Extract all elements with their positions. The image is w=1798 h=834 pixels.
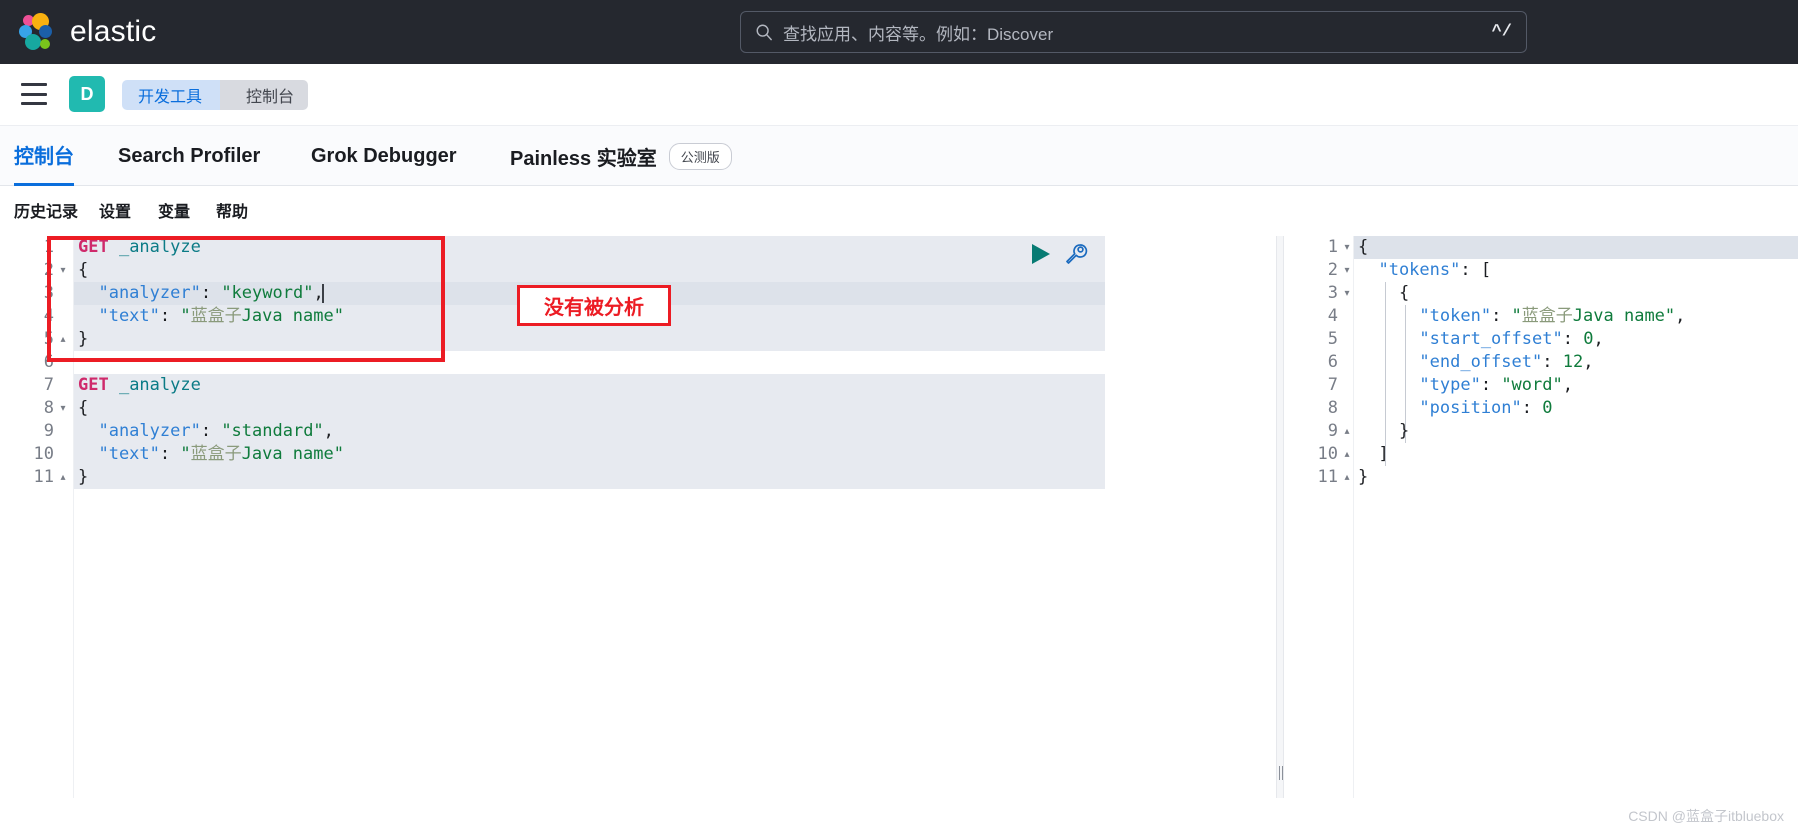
splitter-grip[interactable] — [1279, 766, 1283, 780]
fold-toggle-icon[interactable]: ▾ — [1340, 259, 1354, 282]
brand[interactable]: elastic — [18, 13, 156, 51]
response-code-line: "position": 0 — [1358, 398, 1553, 418]
request-line-number: 9 — [43, 421, 54, 441]
search-placeholder: 查找应用、内容等。例如：Discover — [783, 24, 1054, 44]
response-code-line: { — [1358, 237, 1369, 257]
fold-toggle-icon[interactable]: ▴ — [56, 328, 70, 351]
play-icon[interactable] — [1030, 242, 1052, 266]
response-line-number: 6 — [1327, 352, 1338, 372]
app-avatar[interactable]: D — [69, 76, 105, 112]
fold-toggle-icon[interactable]: ▾ — [56, 397, 70, 420]
response-line-number: 2 — [1327, 260, 1338, 280]
search-icon — [756, 24, 772, 41]
tab-grok-debugger-label: Grok Debugger — [311, 144, 457, 167]
request-code-line: { — [78, 260, 89, 280]
tab-search-profiler-label: Search Profiler — [118, 144, 261, 167]
breadcrumb: 开发工具 控制台 — [122, 80, 309, 110]
global-search-input[interactable]: 查找应用、内容等。例如：Discover ^/ — [740, 11, 1527, 53]
fold-toggle-icon[interactable]: ▴ — [56, 466, 70, 489]
response-code-line: "token": "蓝盒子Java name", — [1358, 306, 1686, 326]
text-caret — [322, 284, 324, 303]
elastic-logo-icon — [18, 13, 56, 51]
breadcrumb-item-console[interactable]: 控制台 — [220, 80, 309, 110]
console-toolbar: 历史记录 设置 变量 帮助 — [0, 186, 1798, 236]
annotation-callout-label: 没有被分析 — [544, 297, 644, 319]
request-code-line: } — [78, 467, 89, 487]
request-code-line: "analyzer": "standard", — [78, 421, 334, 441]
response-line-number: 7 — [1327, 375, 1338, 395]
response-code-line: "type": "word", — [1358, 375, 1573, 395]
response-code-line: "tokens": [ — [1358, 260, 1492, 280]
request-line-number: 2 — [43, 260, 54, 280]
search-shortcut-badge: ^/ — [1491, 22, 1512, 42]
request-code-line: GET _analyze — [78, 375, 201, 395]
response-code-line: ] — [1358, 444, 1389, 464]
console-menu-settings[interactable]: 设置 — [99, 198, 131, 224]
request-line-number: 7 — [43, 375, 54, 395]
annotation-callout: 没有被分析 — [517, 285, 671, 326]
top-header: elastic 查找应用、内容等。例如：Discover ^/ — [0, 0, 1798, 64]
response-line-number: 8 — [1327, 398, 1338, 418]
request-line-number: 5 — [43, 329, 54, 349]
response-line-number: 11 — [1317, 467, 1338, 487]
response-line-number: 1 — [1327, 237, 1338, 257]
tab-console[interactable]: 控制台 — [14, 126, 74, 186]
breadcrumb-item-dev-tools[interactable]: 开发工具 — [122, 80, 234, 110]
request-actions — [1030, 242, 1088, 266]
tab-search-profiler[interactable]: Search Profiler — [118, 126, 260, 186]
console-editor-area: 1 2 ▾ 3 4 5 ▴ 6 7 8 ▾ 9 10 11 ▴ GET _ana… — [0, 236, 1798, 798]
response-code-line: } — [1358, 467, 1369, 487]
console-menu-variables[interactable]: 变量 — [158, 198, 190, 224]
request-line-number: 1 — [43, 237, 54, 257]
response-viewer[interactable]: 1 ▾ 2 ▾ 3 ▾ 4 5 6 7 8 9 ▴ 10 ▴ 11 ▴ { "t… — [1284, 236, 1798, 798]
tab-painless-lab-label: Painless 实验室 — [510, 147, 657, 170]
fold-toggle-icon[interactable]: ▾ — [1340, 282, 1354, 305]
response-line-number: 9 — [1327, 421, 1338, 441]
fold-toggle-icon[interactable]: ▾ — [1340, 236, 1354, 259]
breadcrumb-bar: D 开发工具 控制台 — [0, 64, 1798, 126]
fold-toggle-icon[interactable]: ▾ — [56, 259, 70, 282]
fold-toggle-icon[interactable]: ▴ — [1340, 466, 1354, 489]
brand-name: elastic — [70, 15, 157, 48]
response-code-line: { — [1358, 283, 1410, 303]
response-code-line: "start_offset": 0, — [1358, 329, 1604, 349]
menu-icon[interactable] — [21, 83, 47, 105]
response-code-line: "end_offset": 12, — [1358, 352, 1594, 372]
watermark: CSDN @蓝盒子itbluebox — [1628, 808, 1784, 824]
console-menu-history[interactable]: 历史记录 — [14, 198, 78, 224]
response-code-line: } — [1358, 421, 1410, 441]
request-code-line: GET _analyze — [78, 237, 201, 257]
request-line-number: 10 — [33, 444, 54, 464]
response-line-number: 5 — [1327, 329, 1338, 349]
main-tabs: 控制台 Search Profiler Grok Debugger Painle… — [0, 126, 1798, 186]
tab-grok-debugger[interactable]: Grok Debugger — [311, 126, 457, 186]
request-code-line: "analyzer": "keyword", — [78, 283, 324, 303]
tab-console-label: 控制台 — [14, 146, 74, 168]
request-line-number: 4 — [43, 306, 54, 326]
response-line-number: 10 — [1317, 444, 1338, 464]
request-line-number: 11 — [33, 467, 54, 487]
request-line-number: 6 — [43, 352, 54, 372]
request-code-line: { — [78, 398, 89, 418]
console-menu-help[interactable]: 帮助 — [216, 198, 248, 224]
tab-painless-lab[interactable]: Painless 实验室 公测版 — [510, 126, 732, 186]
response-line-number: 4 — [1327, 306, 1338, 326]
request-code-line: "text": "蓝盒子Java name" — [78, 306, 344, 326]
pane-splitter[interactable] — [1276, 236, 1284, 798]
beta-badge: 公测版 — [668, 142, 732, 170]
fold-toggle-icon[interactable]: ▴ — [1340, 443, 1354, 466]
request-code-line: } — [78, 329, 89, 349]
request-line-number: 3 — [43, 283, 54, 303]
wrench-icon[interactable] — [1064, 242, 1088, 266]
fold-toggle-icon[interactable]: ▴ — [1340, 420, 1354, 443]
request-code-line: "text": "蓝盒子Java name" — [78, 444, 344, 464]
request-line-number: 8 — [43, 398, 54, 418]
response-line-number: 3 — [1327, 283, 1338, 303]
